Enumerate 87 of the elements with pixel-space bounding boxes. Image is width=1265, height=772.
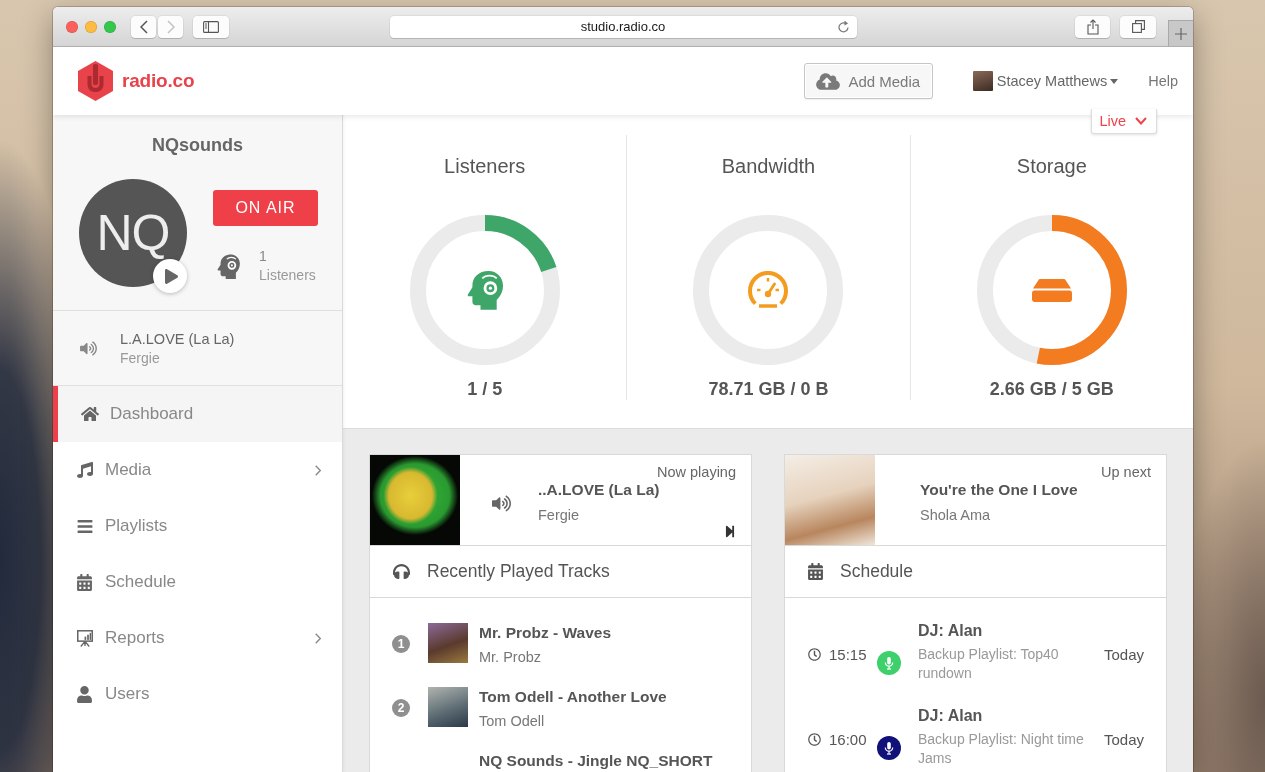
schedule-description: Backup Playlist: Top40 rundown xyxy=(918,645,1060,683)
track-artist: Tom Odell xyxy=(479,712,546,731)
window-close-button[interactable] xyxy=(66,20,78,33)
music-note-icon xyxy=(76,462,93,478)
logo-icon xyxy=(78,61,113,101)
avatar-initials: NQ xyxy=(96,208,170,258)
new-tab-button[interactable] xyxy=(1168,20,1193,46)
chevron-right-icon xyxy=(166,19,175,34)
plus-icon xyxy=(1175,27,1187,40)
address-bar[interactable]: studio.radio.co xyxy=(389,15,857,38)
schedule-host: DJ: Alan xyxy=(918,621,984,641)
speaker-icon xyxy=(80,340,97,356)
tabs-icon xyxy=(1131,20,1145,33)
section-title: Recently Played Tracks xyxy=(427,561,610,582)
skip-forward-icon[interactable] xyxy=(724,525,736,538)
track-title: ..A.LOVE (La La) xyxy=(538,480,660,500)
reload-icon xyxy=(837,20,850,33)
avatar-photo xyxy=(972,71,993,91)
nav-item[interactable]: Users xyxy=(53,666,342,722)
now-playing-label: Now playing xyxy=(657,464,736,480)
listener-label: Listeners xyxy=(259,266,316,285)
section-title: Schedule xyxy=(840,561,913,582)
help-link[interactable]: Help xyxy=(1148,73,1178,89)
cloud-upload-icon xyxy=(816,71,841,91)
track-artist: Fergie xyxy=(120,348,161,368)
sidebar-button[interactable] xyxy=(193,15,229,38)
url-text: studio.radio.co xyxy=(579,19,667,34)
track-artist: Shola Ama xyxy=(920,506,991,525)
track-title: Mr. Probz - Waves xyxy=(479,623,612,643)
chevron-left-icon xyxy=(139,19,148,34)
track-title: NQ Sounds - Jingle NQ_SHORT xyxy=(479,751,713,771)
headphones-icon xyxy=(393,563,410,580)
stat-value: 78.71 GB / 0 B xyxy=(708,378,829,400)
share-icon xyxy=(1086,18,1099,35)
nav-item[interactable]: Media xyxy=(53,442,342,498)
schedule-description: Backup Playlist: Night time Jams xyxy=(918,730,1085,768)
track-title: Tom Odell - Another Love xyxy=(479,687,667,707)
window-zoom-button[interactable] xyxy=(104,20,116,33)
nav-item[interactable]: Reports xyxy=(53,610,342,666)
schedule-time: 15:15 xyxy=(829,645,867,664)
sidebar-icon xyxy=(203,20,219,33)
stat-title: Storage xyxy=(1016,154,1087,179)
nav-item[interactable]: Schedule xyxy=(53,554,342,610)
track-title: You're the One I Love xyxy=(920,480,1078,500)
nav-item[interactable]: Dashboard xyxy=(53,386,342,442)
home-icon xyxy=(80,406,99,422)
album-thumbnail xyxy=(428,687,468,727)
caret-icon xyxy=(1110,78,1119,84)
speaker-icon xyxy=(492,494,511,512)
play-icon xyxy=(165,268,178,284)
add-media-button[interactable]: Add Media xyxy=(803,63,933,99)
play-button[interactable] xyxy=(153,259,187,293)
track-artist: Fergie xyxy=(538,506,580,525)
stat-title: Bandwidth xyxy=(721,154,816,179)
share-button[interactable] xyxy=(1075,15,1110,38)
calendar-icon xyxy=(77,573,92,591)
track-artist: Mr. Probz xyxy=(479,648,543,667)
reload-button[interactable] xyxy=(837,20,850,33)
track-number: 2 xyxy=(392,699,410,717)
calendar-icon xyxy=(808,563,823,580)
stat-value: 1 / 5 xyxy=(467,378,503,400)
user-icon xyxy=(77,685,92,703)
schedule-day: Today xyxy=(1103,730,1144,749)
album-thumbnail xyxy=(428,623,468,663)
schedule-time: 16:00 xyxy=(829,730,867,749)
presentation-chart-icon xyxy=(76,629,93,647)
up-next-label: Up next xyxy=(1101,464,1151,480)
head-headphones-icon xyxy=(217,253,240,279)
user-menu-button[interactable]: Stacey Matthews xyxy=(972,71,1119,91)
tabs-button[interactable] xyxy=(1120,15,1156,38)
back-button[interactable] xyxy=(131,15,156,38)
schedule-host: DJ: Alan xyxy=(918,706,984,726)
clock-icon xyxy=(808,648,821,661)
track-number: 1 xyxy=(392,635,410,653)
stat-value: 2.66 GB / 5 GB xyxy=(989,378,1114,400)
live-dropdown[interactable]: Live xyxy=(1091,109,1157,134)
listener-count: 1 xyxy=(259,247,268,266)
list-icon xyxy=(76,517,93,535)
station-name: NQsounds xyxy=(151,134,244,157)
stat-title: Listeners xyxy=(444,154,526,179)
track-title: L.A.LOVE (La La) xyxy=(120,329,235,349)
clock-icon xyxy=(808,733,821,746)
chevron-down-icon xyxy=(1135,117,1147,125)
schedule-day: Today xyxy=(1103,645,1144,664)
logo-text: radio.co xyxy=(122,70,195,92)
nav-item[interactable]: Playlists xyxy=(53,498,342,554)
on-air-button[interactable]: ON AIR xyxy=(213,190,318,226)
